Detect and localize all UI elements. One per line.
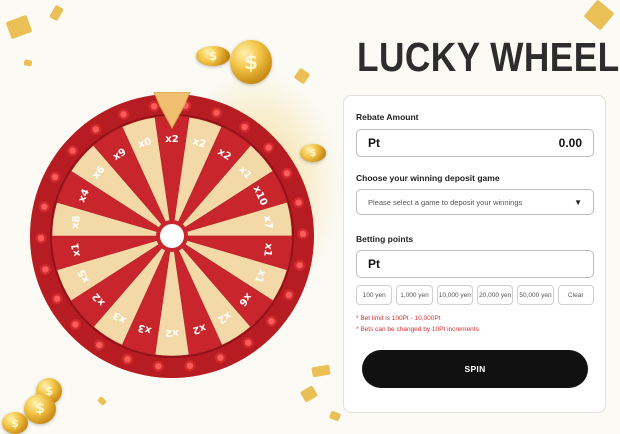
wheel-segment-label: x2 [165, 327, 178, 338]
rim-light [217, 354, 224, 361]
coin-icon [196, 46, 230, 66]
rim-light [124, 356, 131, 363]
rim-light [41, 203, 48, 210]
confetti-piece [23, 59, 33, 67]
spin-form-panel: Rebate Amount Pt 0.00 Choose your winnin… [343, 95, 606, 413]
confetti-piece [49, 4, 64, 22]
game-select-placeholder: Please select a game to deposit your win… [368, 197, 523, 207]
spin-button[interactable]: SPIN [362, 350, 588, 388]
rim-light [155, 363, 162, 370]
rim-light [268, 318, 275, 325]
bet-limit-note: * Bet limit is 100Pt - 10,000Pt [356, 315, 441, 322]
rim-light [285, 291, 293, 299]
rim-light [265, 144, 272, 151]
bet-increment-note: * Bets can be changed by 10Pt increments [356, 326, 479, 333]
coin-icon [24, 394, 56, 424]
rim-light [96, 341, 103, 349]
confetti-piece [299, 385, 319, 403]
confetti-piece [97, 396, 107, 406]
wheel-graphic: x2 x2x2x1x10x7x1x1x6x2x2x2x3x3x2x5x1x8x4x… [30, 91, 314, 378]
clear-button[interactable]: Clear [557, 285, 594, 305]
wheel-segment-label: x1 [70, 242, 83, 257]
rim-light [92, 126, 100, 133]
rim-light [51, 173, 59, 181]
coin-icon [230, 40, 272, 84]
rim-light [37, 234, 45, 242]
quick-amount-1000-button[interactable]: 1,000 yen [396, 285, 433, 305]
rim-light [283, 170, 291, 177]
rim-light [213, 109, 220, 116]
lucky-wheel[interactable]: x2 x2 x2 x1 x10 x7 x1 x1 x6 x2 x2 x2 x3 x3 x2 x5 x1 x8 x4 x… [28, 91, 316, 380]
rim-light [42, 266, 49, 273]
page-title: LUCKY WHEEL [357, 34, 620, 80]
betting-points-label: Betting points [356, 234, 414, 244]
confetti-piece [5, 14, 33, 40]
betting-points-input[interactable]: Pt [356, 250, 594, 278]
quick-amount-10000-button[interactable]: 10,000 yen [436, 285, 473, 305]
wheel-segment-label: x1 [261, 242, 274, 257]
wheel-segment-label: x7 [261, 215, 274, 230]
chevron-down-icon: ▼ [574, 197, 582, 207]
rebate-label: Rebate Amount [356, 112, 419, 122]
rebate-value: 0.00 [558, 136, 582, 150]
rim-light [150, 103, 158, 110]
rim-light [69, 147, 76, 154]
wheel-segment-label: x8 [70, 215, 83, 230]
rebate-prefix: Pt [368, 136, 380, 150]
betting-prefix: Pt [368, 257, 380, 271]
confetti-piece [328, 410, 342, 422]
wheel-hub [160, 224, 184, 248]
coin-icon [2, 412, 28, 434]
rim-light [186, 362, 194, 369]
rim-light [72, 321, 79, 328]
rim-light [241, 123, 248, 131]
quick-amount-20000-button[interactable]: 20,000 yen [476, 285, 514, 305]
rebate-amount-field: Pt 0.00 [356, 129, 594, 157]
rim-light [299, 230, 307, 238]
rim-light [53, 295, 61, 302]
quick-amount-50000-button[interactable]: 50,000 yen [517, 285, 554, 305]
rim-light [244, 339, 252, 346]
game-select[interactable]: Please select a game to deposit your win… [356, 189, 594, 215]
wheel-segment-label: x2 [165, 134, 178, 145]
quick-amount-100-button[interactable]: 100 yen [356, 285, 393, 305]
game-select-label: Choose your winning deposit game [356, 173, 500, 183]
rim-light [120, 111, 127, 118]
confetti-piece [583, 0, 615, 31]
quick-amount-buttons: 100 yen 1,000 yen 10,000 yen 20,000 yen … [356, 285, 594, 305]
rim-light [296, 262, 303, 269]
rim-light [295, 199, 302, 206]
